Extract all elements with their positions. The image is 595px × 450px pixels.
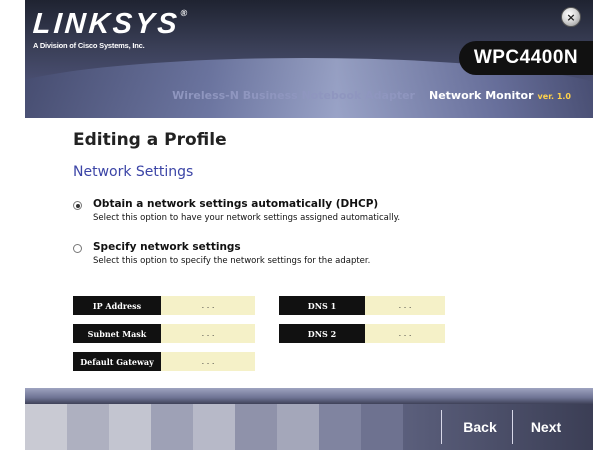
model-tab: WPC4400N [459, 41, 593, 75]
divider [441, 410, 442, 444]
model-name: WPC4400N [473, 47, 579, 68]
subtitle-bar: Wireless-N Business Notebook Adapter Net… [25, 80, 593, 110]
default-gateway-input[interactable]: . . . [161, 352, 255, 371]
footer-stripe [193, 404, 235, 450]
dns1-label: DNS 1 [279, 296, 365, 315]
footer-stripe [361, 404, 403, 450]
footer-stripe [67, 404, 109, 450]
division-text: A Division of Cisco Systems, Inc. [33, 41, 145, 50]
footer-stripe [235, 404, 277, 450]
dhcp-radio[interactable] [73, 201, 82, 210]
footer-stripe [151, 404, 193, 450]
footer-stripe [109, 404, 151, 450]
close-glyph: × [566, 10, 576, 24]
dns2-label: DNS 2 [279, 324, 365, 343]
subnet-mask-input[interactable]: . . . [161, 324, 255, 343]
app-name-text: Network Monitor [428, 88, 534, 102]
footer-strip [25, 388, 593, 404]
brand-name: LINKSYS [31, 8, 181, 40]
app-window: LINKSYS® A Division of Cisco Systems, In… [0, 0, 595, 450]
subnet-mask-label: Subnet Mask [73, 324, 161, 343]
ip-address-label: IP Address [73, 296, 161, 315]
close-icon[interactable]: × [561, 7, 581, 27]
version-label: ver. 1.0 [537, 91, 571, 101]
divider [512, 410, 513, 444]
specify-radio[interactable] [73, 244, 82, 253]
ip-address-input[interactable]: . . . [161, 296, 255, 315]
registered-mark: ® [180, 8, 188, 18]
specify-option-description: Select this option to specify the networ… [93, 256, 371, 266]
footer-stripe [277, 404, 319, 450]
footer: Back Next [25, 388, 593, 450]
header: LINKSYS® A Division of Cisco Systems, In… [25, 0, 593, 118]
dhcp-option-description: Select this option to have your network … [93, 213, 401, 223]
back-button[interactable]: Back [449, 404, 511, 450]
logo: LINKSYS® [32, 8, 188, 41]
product-name: Wireless-N Business Notebook Adapter [172, 88, 415, 102]
dns1-input[interactable]: . . . [365, 296, 445, 315]
main-content: Editing a Profile Network Settings Obtai… [25, 118, 593, 388]
section-title: Network Settings [73, 164, 194, 180]
dhcp-option-label: Obtain a network settings automatically … [93, 198, 379, 210]
next-button[interactable]: Next [517, 404, 575, 450]
default-gateway-label: Default Gateway [73, 352, 161, 371]
specify-option-label: Specify network settings [93, 241, 241, 253]
footer-stripe [319, 404, 361, 450]
page-title: Editing a Profile [73, 130, 227, 150]
app-name: Network Monitor ver. 1.0 [429, 89, 571, 102]
footer-stripe [25, 404, 67, 450]
dns2-input[interactable]: . . . [365, 324, 445, 343]
